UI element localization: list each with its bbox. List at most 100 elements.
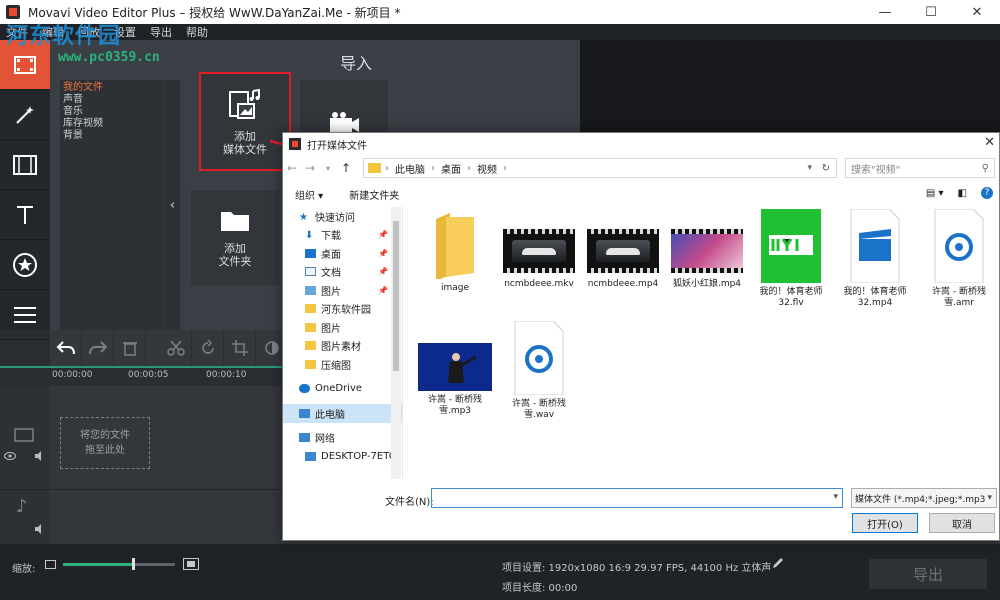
pin-icon: 📌 <box>378 285 388 295</box>
star-icon: ★ <box>299 211 308 223</box>
file-item[interactable]: ncmbdeee.mp4 <box>583 209 663 290</box>
dialog-close-icon[interactable]: ✕ <box>984 135 995 150</box>
rotate-button[interactable] <box>192 330 224 366</box>
category-music[interactable]: 音乐 <box>63 106 161 118</box>
file-item[interactable]: 许嵩 - 断桥残雪.wav <box>499 321 579 421</box>
tool-strip <box>0 40 50 340</box>
file-item[interactable]: 许嵩 - 断桥残雪.mp3 <box>415 321 495 417</box>
nav-item-picture-assets[interactable]: 图片素材 <box>283 337 402 356</box>
refresh-icon[interactable]: ↻ <box>822 163 830 174</box>
file-item[interactable]: 狐妖小红娘.mp4 <box>667 209 747 290</box>
drop-zone[interactable]: 将您的文件 拖至此处 <box>60 417 150 469</box>
help-icon[interactable]: ? <box>981 187 993 199</box>
chevron-down-icon[interactable]: ▾ <box>833 492 838 502</box>
pencil-icon[interactable] <box>772 557 784 569</box>
redo-button[interactable] <box>82 330 114 366</box>
file-type-select[interactable]: 媒体文件 (*.mp4;*.jpeg;*.mp3 ▾ <box>851 488 997 508</box>
car-image <box>596 240 650 262</box>
computer-icon <box>299 408 310 418</box>
zoom-slider-thumb[interactable] <box>132 558 135 570</box>
folder-icon <box>221 211 249 231</box>
organize-menu[interactable]: 组织 ▾ <box>295 187 323 202</box>
undo-button[interactable] <box>50 330 82 366</box>
address-bar[interactable]: › 此电脑 › 桌面 › 视频 › ▾ ↻ <box>363 158 837 178</box>
zoom-slider[interactable] <box>63 563 175 566</box>
add-media-label-line1: 添加 <box>234 129 256 143</box>
nav-item-hedong[interactable]: 河东软件园 <box>283 300 402 319</box>
file-item[interactable]: ncmbdeee.mkv <box>499 209 579 290</box>
drop-zone-line1: 将您的文件 <box>80 430 130 441</box>
filters-tool-button[interactable] <box>0 90 50 140</box>
iqiyi-file-icon <box>761 209 821 283</box>
category-stock-video[interactable]: 库存视频 <box>63 118 161 130</box>
nav-scrollbar[interactable] <box>391 207 401 479</box>
delete-button[interactable] <box>114 330 146 366</box>
chevron-left-icon: ‹ <box>169 197 176 213</box>
nav-item-desktop[interactable]: 桌面 📌 <box>283 244 402 263</box>
crop-button[interactable] <box>224 330 256 366</box>
file-item[interactable]: 许嵩 - 断桥残雪.amr <box>919 209 999 309</box>
import-heading: 导入 <box>340 54 373 73</box>
address-dropdown-icon[interactable]: ▾ <box>807 163 812 173</box>
back-arrow-icon[interactable]: ← <box>283 161 301 175</box>
export-button[interactable]: 导出 <box>869 559 987 589</box>
nav-item-documents[interactable]: 文档 📌 <box>283 263 402 282</box>
minimize-button[interactable]: — <box>862 0 908 24</box>
category-background[interactable]: 背景 <box>63 130 161 142</box>
search-placeholder: 搜索"视频" <box>851 164 901 176</box>
add-folder-button[interactable]: 添加 文件夹 <box>191 190 279 285</box>
search-input[interactable]: 搜索"视频" ⚲ <box>845 158 995 178</box>
menu-export[interactable]: 导出 <box>150 24 172 40</box>
menu-help[interactable]: 帮助 <box>186 24 208 40</box>
breadcrumb-desktop[interactable]: 桌面 <box>441 161 461 176</box>
eye-icon[interactable] <box>4 452 16 460</box>
category-my-files[interactable]: 我的文件 <box>63 82 161 94</box>
breadcrumb-this-pc[interactable]: 此电脑 <box>395 161 425 176</box>
project-length: 项目长度: 00:00 <box>502 583 578 594</box>
open-button[interactable]: 打开(O) <box>852 513 918 533</box>
zoom-label: 缩放: <box>12 564 36 575</box>
nav-item-downloads[interactable]: ⬇ 下载 📌 <box>283 226 402 245</box>
transitions-tool-button[interactable] <box>0 140 50 190</box>
cancel-button[interactable]: 取消 <box>929 513 995 533</box>
file-item[interactable]: 我的！体育老师32.flv <box>751 209 831 309</box>
desktop-icon <box>305 248 316 258</box>
file-type-value: 媒体文件 (*.mp4;*.jpeg;*.mp3 <box>855 494 986 505</box>
nav-item-compressed[interactable]: 压缩图 <box>283 355 402 374</box>
breadcrumb-videos[interactable]: 视频 <box>477 161 497 176</box>
audio-file-icon <box>514 321 564 395</box>
nav-item-quick-access[interactable]: ★ 快速访问 <box>283 207 402 226</box>
nav-scrollbar-thumb[interactable] <box>393 221 399 371</box>
concert-thumbnail <box>418 343 492 391</box>
speaker-icon[interactable] <box>34 524 44 534</box>
recent-chevron-icon[interactable]: ▾ <box>319 164 337 173</box>
titles-tool-button[interactable] <box>0 190 50 240</box>
cut-button[interactable] <box>160 330 192 366</box>
up-arrow-icon[interactable]: ↑ <box>337 161 355 175</box>
forward-arrow-icon[interactable]: → <box>301 161 319 175</box>
open-media-dialog: 打开媒体文件 ✕ ← → ▾ ↑ › 此电脑 › 桌面 › 视频 › ▾ ↻ 搜… <box>282 132 1000 541</box>
more-tools-button[interactable] <box>0 290 50 340</box>
view-options-icon[interactable]: ▤ ▾ <box>926 188 944 199</box>
nav-item-pictures-folder[interactable]: 图片 <box>283 318 402 337</box>
stickers-tool-button[interactable] <box>0 240 50 290</box>
preview-pane-icon[interactable]: ◧ <box>958 188 967 199</box>
close-button[interactable]: ✕ <box>954 0 1000 24</box>
file-item[interactable]: image <box>415 209 495 294</box>
new-folder-button[interactable]: 新建文件夹 <box>349 187 399 202</box>
maximize-button[interactable]: ☐ <box>908 0 954 24</box>
category-sound[interactable]: 声音 <box>63 94 161 106</box>
color-icon <box>264 341 279 355</box>
nav-item-onedrive[interactable]: OneDrive <box>283 380 402 399</box>
nav-item-network[interactable]: 网络 <box>283 429 402 448</box>
zoom-out-icon[interactable] <box>45 560 56 569</box>
filename-input[interactable]: ▾ <box>431 488 843 508</box>
zoom-in-icon[interactable] <box>183 558 199 570</box>
nav-item-desktop-pc[interactable]: DESKTOP-7ETC <box>283 447 402 466</box>
nav-item-this-pc[interactable]: 此电脑 <box>283 404 402 423</box>
audio-track-header: ♪ <box>0 490 50 545</box>
nav-item-pictures[interactable]: 图片 📌 <box>283 281 402 300</box>
file-item[interactable]: 我的！体育老师32.mp4 <box>835 209 915 309</box>
collapse-panel-button[interactable]: ‹ <box>164 80 180 330</box>
speaker-icon[interactable] <box>34 451 44 461</box>
